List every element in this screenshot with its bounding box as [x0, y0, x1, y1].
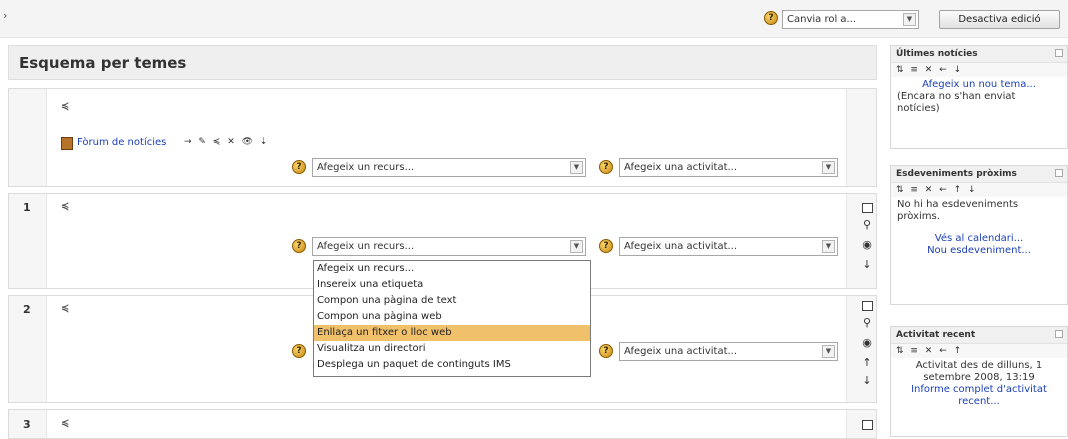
lightbulb-icon[interactable]: ⚲ — [860, 218, 874, 231]
chevron-down-icon: ▼ — [570, 240, 583, 253]
dropdown-option[interactable]: Afegeix un recurs... — [314, 261, 590, 277]
add-resource-value: Afegeix un recurs... — [317, 241, 415, 252]
page-title: Esquema per temes — [19, 54, 187, 72]
top-bar: › ? Canvia rol a... ▼ Desactiva edició — [0, 0, 1068, 38]
collapse-icon[interactable] — [1055, 169, 1063, 177]
add-activity-value: Afegeix una activitat... — [624, 346, 738, 357]
section-left-column — [9, 89, 47, 186]
help-icon[interactable]: ? — [292, 344, 306, 358]
section-0: ≼ Fòrum de notícies → ✎ ≼ ✕ 👁 ⇣ ? Afegei… — [8, 88, 877, 187]
move-down-icon[interactable]: ↓ — [860, 374, 874, 387]
course-format-header: Esquema per temes — [8, 45, 877, 80]
help-icon[interactable]: ? — [292, 239, 306, 253]
dropdown-option[interactable]: Compon una pàgina de text — [314, 293, 590, 309]
highlight-square-icon[interactable] — [862, 203, 873, 213]
chevron-down-icon: ▼ — [822, 345, 835, 358]
dropdown-option[interactable]: Desplega un paquet de continguts IMS — [314, 357, 590, 373]
switch-role-select[interactable]: Canvia rol a... ▼ — [782, 10, 919, 29]
edit-summary-icon[interactable]: ≼ — [61, 418, 69, 429]
switch-role-value: Canvia rol a... — [787, 14, 857, 25]
add-activity-value: Afegeix una activitat... — [624, 162, 738, 173]
eye-icon[interactable]: ◉ — [860, 336, 874, 349]
block-title-text: Últimes notícies — [896, 49, 978, 59]
block-content: Afegeix un nou tema... (Encara no s'han … — [891, 77, 1067, 119]
new-event-link[interactable]: Nou esdeveniment... — [897, 245, 1061, 257]
add-resource-select[interactable]: Afegeix un recurs... ▼ — [312, 237, 586, 256]
add-resource-value: Afegeix un recurs... — [317, 162, 415, 173]
eye-icon[interactable]: ◉ — [860, 238, 874, 251]
no-events-text: No hi ha esdeveniments pròxims. — [897, 199, 1019, 222]
block-title: Últimes notícies — [891, 46, 1067, 63]
section-number: 3 — [23, 418, 31, 431]
chevron-down-icon: ▼ — [822, 161, 835, 174]
move-up-icon[interactable]: ↑ — [860, 356, 874, 369]
help-icon[interactable]: ? — [764, 11, 778, 25]
highlight-square-icon[interactable] — [862, 301, 873, 311]
help-icon[interactable]: ? — [599, 344, 613, 358]
add-activity-select[interactable]: Afegeix una activitat... ▼ — [619, 158, 838, 177]
move-down-icon[interactable]: ↓ — [860, 258, 874, 271]
block-content: No hi ha esdeveniments pròxims. Vés al c… — [891, 197, 1067, 261]
full-report-link[interactable]: Informe complet d'activitat recent... — [897, 384, 1061, 408]
add-activity-value: Afegeix una activitat... — [624, 241, 738, 252]
dropdown-option[interactable]: Compon una pàgina web — [314, 309, 590, 325]
forum-icon — [61, 137, 73, 150]
activity-since-text: Activitat des de dilluns, 1 setembre 200… — [915, 360, 1043, 383]
lightbulb-icon[interactable]: ⚲ — [860, 316, 874, 329]
section-number: 1 — [23, 201, 31, 214]
help-icon[interactable]: ? — [599, 239, 613, 253]
section-3: 3 ≼ — [8, 409, 877, 439]
dropdown-option-selected[interactable]: Enllaça un fitxer o lloc web — [314, 325, 590, 341]
block-content: Activitat des de dilluns, 1 setembre 200… — [891, 358, 1067, 412]
dropdown-option[interactable]: Insereix una etiqueta — [314, 277, 590, 293]
forum-action-icons[interactable]: → ✎ ≼ ✕ 👁 ⇣ — [184, 137, 269, 147]
edit-summary-icon[interactable]: ≼ — [61, 101, 69, 112]
block-title: Esdeveniments pròxims — [891, 166, 1067, 183]
help-icon[interactable]: ? — [599, 160, 613, 174]
add-activity-select[interactable]: Afegeix una activitat... ▼ — [619, 342, 838, 361]
edit-summary-icon[interactable]: ≼ — [61, 201, 69, 212]
calendar-link[interactable]: Vés al calendari... — [897, 233, 1061, 245]
highlight-square-icon[interactable] — [862, 420, 873, 430]
edit-summary-icon[interactable]: ≼ — [61, 303, 69, 314]
block-edit-icons[interactable]: ⇅ ≡ ✕ ← ↑ ↓ — [891, 183, 1067, 197]
block-edit-icons[interactable]: ⇅ ≡ ✕ ← ↑ — [891, 344, 1067, 358]
dropdown-option[interactable]: Visualitza un directori — [314, 341, 590, 357]
turn-editing-off-button[interactable]: Desactiva edició — [939, 10, 1060, 29]
forum-link[interactable]: Fòrum de notícies — [77, 137, 166, 148]
breadcrumb-marker: › — [3, 9, 8, 22]
no-news-text: (Encara no s'han enviat notícies) — [897, 91, 1016, 114]
upcoming-events-block: Esdeveniments pròxims ⇅ ≡ ✕ ← ↑ ↓ No hi … — [890, 165, 1068, 305]
add-resource-dropdown-list[interactable]: Afegeix un recurs... Insereix una etique… — [313, 260, 591, 377]
section-right-column — [846, 89, 876, 186]
block-edit-icons[interactable]: ⇅ ≡ ✕ ← ↓ — [891, 63, 1067, 77]
section-number: 2 — [23, 303, 31, 316]
add-resource-select[interactable]: Afegeix un recurs... ▼ — [312, 158, 586, 177]
latest-news-block: Últimes notícies ⇅ ≡ ✕ ← ↓ Afegeix un no… — [890, 45, 1068, 149]
chevron-down-icon: ▼ — [903, 13, 916, 26]
chevron-down-icon: ▼ — [570, 161, 583, 174]
add-activity-select[interactable]: Afegeix una activitat... ▼ — [619, 237, 838, 256]
collapse-icon[interactable] — [1055, 49, 1063, 57]
block-title-text: Esdeveniments pròxims — [896, 169, 1017, 179]
collapse-icon[interactable] — [1055, 330, 1063, 338]
recent-activity-block: Activitat recent ⇅ ≡ ✕ ← ↑ Activitat des… — [890, 326, 1068, 437]
help-icon[interactable]: ? — [292, 160, 306, 174]
block-title: Activitat recent — [891, 327, 1067, 344]
block-title-text: Activitat recent — [896, 330, 976, 340]
add-topic-link[interactable]: Afegeix un nou tema... — [897, 79, 1061, 91]
chevron-down-icon: ▼ — [822, 240, 835, 253]
